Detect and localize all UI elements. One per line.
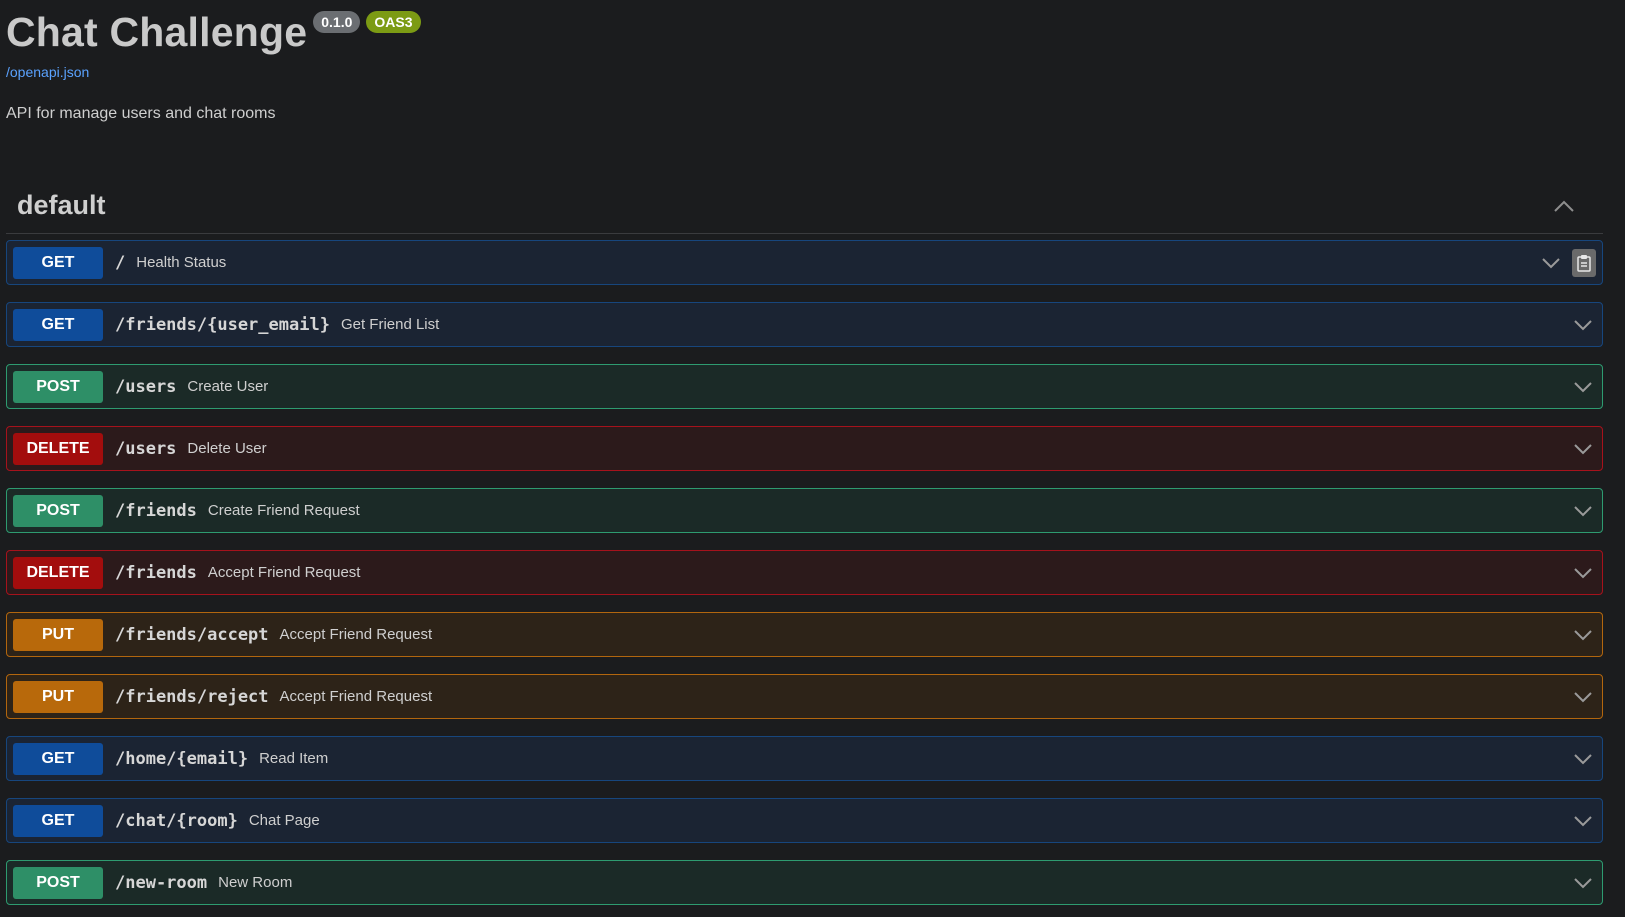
method-badge: POST [13,866,103,899]
method-badge: DELETE [13,556,103,589]
chevron-down-icon[interactable] [1573,319,1593,331]
chevron-down-icon[interactable] [1573,505,1593,517]
operation-row[interactable]: POST /friends Create Friend Request [6,488,1603,533]
api-description: API for manage users and chat rooms [6,105,276,122]
operation-summary: Accept Friend Request [279,688,433,705]
method-badge: PUT [13,618,103,651]
chevron-up-icon[interactable] [1553,199,1575,213]
operation-summary: Accept Friend Request [279,626,433,643]
operation-row[interactable]: DELETE /friends Accept Friend Request [6,550,1603,595]
swagger-page: Chat Challenge 0.1.0 OAS3 /openapi.json … [0,0,1625,917]
operation-row[interactable]: DELETE /users Delete User [6,426,1603,471]
operation-path: /users [115,438,177,459]
operation-path: /friends [115,500,197,521]
oas-badge: OAS3 [366,11,421,33]
method-badge: GET [13,742,103,775]
method-badge: GET [13,246,103,279]
operation-row[interactable]: GET /chat/{room} Chat Page [6,798,1603,843]
chevron-down-icon[interactable] [1541,257,1561,269]
chevron-down-icon[interactable] [1573,877,1593,889]
copy-to-clipboard-button[interactable] [1572,248,1596,277]
api-title: Chat Challenge [6,9,308,55]
method-badge: POST [13,370,103,403]
chevron-down-icon[interactable] [1573,753,1593,765]
method-badge: GET [13,308,103,341]
chevron-down-icon[interactable] [1573,567,1593,579]
api-info: Chat Challenge 0.1.0 OAS3 /openapi.json … [6,0,1625,123]
chevron-down-icon[interactable] [1573,691,1593,703]
chevron-down-icon[interactable] [1573,381,1593,393]
operation-summary: Delete User [187,440,267,457]
operation-row[interactable]: POST /users Create User [6,364,1603,409]
operation-summary: Get Friend List [340,316,440,333]
method-badge: GET [13,804,103,837]
operations-list: GET / Health Status GET /friends/{user_e… [6,234,1603,905]
operation-path: /friends/accept [115,624,269,645]
operation-path: /friends/reject [115,686,269,707]
operation-summary: Read Item [259,750,329,767]
operation-path: /users [115,376,177,397]
tag-header[interactable]: default [6,178,1603,234]
operation-path: /friends [115,562,197,583]
method-badge: PUT [13,680,103,713]
tag-section-default: default GET / Health Status GET /friends… [6,178,1603,905]
operation-path: /new-room [115,872,208,893]
chevron-down-icon[interactable] [1573,443,1593,455]
operation-summary: Chat Page [248,812,320,829]
method-badge: DELETE [13,432,103,465]
chevron-down-icon[interactable] [1573,629,1593,641]
tag-name: default [17,190,106,220]
operation-summary: New Room [218,874,293,891]
openapi-json-link[interactable]: /openapi.json [6,64,89,80]
operation-summary: Health Status [136,254,227,271]
operation-summary: Create User [187,378,269,395]
operation-summary: Accept Friend Request [207,564,361,581]
title-row: Chat Challenge 0.1.0 OAS3 [6,6,1625,58]
chevron-down-icon[interactable] [1573,815,1593,827]
method-badge: POST [13,494,103,527]
operation-row[interactable]: PUT /friends/reject Accept Friend Reques… [6,674,1603,719]
operation-row[interactable]: POST /new-room New Room [6,860,1603,905]
operation-row[interactable]: PUT /friends/accept Accept Friend Reques… [6,612,1603,657]
operation-row[interactable]: GET /home/{email} Read Item [6,736,1603,781]
clipboard-icon [1577,254,1591,272]
operation-path: /friends/{user_email} [115,314,330,335]
version-badge: 0.1.0 [313,11,361,33]
operation-path: / [115,252,126,273]
operation-path: /chat/{room} [115,810,238,831]
operation-summary: Create Friend Request [207,502,360,519]
operation-row[interactable]: GET / Health Status [6,240,1603,285]
operation-path: /home/{email} [115,748,249,769]
operation-row[interactable]: GET /friends/{user_email} Get Friend Lis… [6,302,1603,347]
